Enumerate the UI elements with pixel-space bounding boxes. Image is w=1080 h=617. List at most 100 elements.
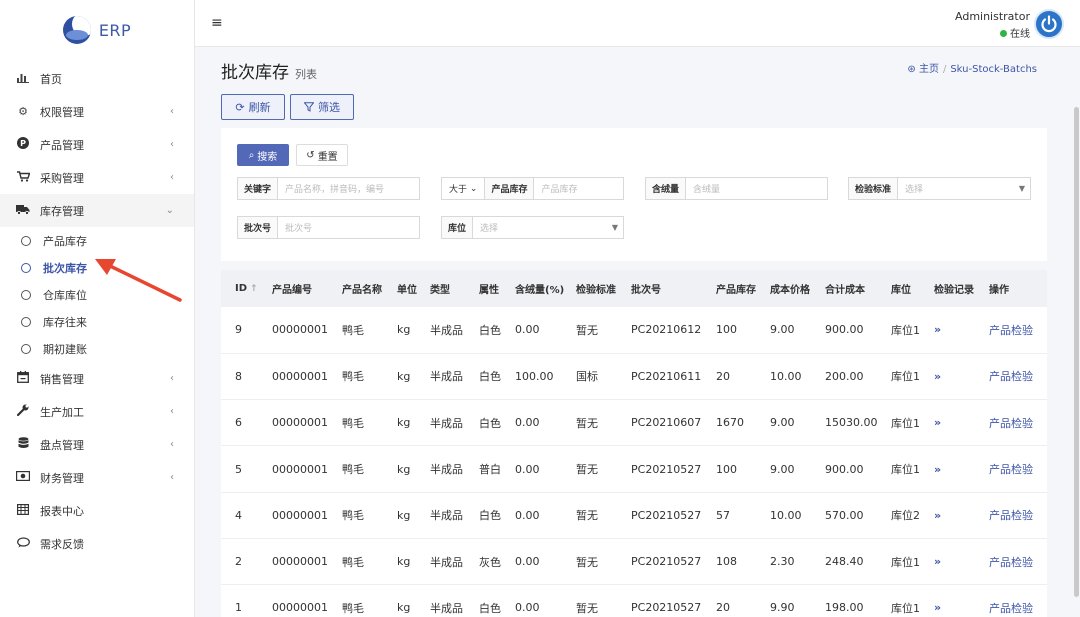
table-cell: 9.00 <box>770 399 825 447</box>
standard-select[interactable]: 选择 ▼ <box>898 178 1030 199</box>
column-header: 产品编号 <box>272 285 312 296</box>
database-icon <box>16 437 30 452</box>
table-body: 9 00000001 鸭毛 kg 半成品 白色 0.00 暂无 PC20210612 100 9.0… <box>221 307 1047 617</box>
sidebar-item-production[interactable]: 生产加工 ‹ <box>0 395 194 428</box>
refresh-icon: ⟳ <box>235 100 245 114</box>
table-cell: 200.00 <box>825 353 891 401</box>
table-cell: 100 <box>716 307 770 354</box>
product-inspection-link[interactable]: 产品检验 <box>989 492 1047 539</box>
circle-icon <box>21 262 31 273</box>
sidebar-subitem-label: 产品库存 <box>43 234 87 248</box>
menu-toggle-icon[interactable]: ≡ <box>211 15 223 31</box>
brand[interactable]: ERP <box>0 0 194 60</box>
table-cell: 半成品 <box>430 445 479 493</box>
column-header: 库位 <box>891 285 911 296</box>
refresh-button[interactable]: ⟳ 刷新 <box>221 94 285 120</box>
chevron-left-icon: ‹ <box>170 106 174 117</box>
inspection-record-link[interactable]: » <box>934 353 989 401</box>
sidebar-item-label: 销售管理 <box>40 372 84 386</box>
search-button[interactable]: ⌕ 搜索 <box>237 144 289 166</box>
product-inspection-link[interactable]: 产品检验 <box>989 538 1047 586</box>
table-cell: 1 <box>221 584 272 617</box>
sidebar-item-products[interactable]: P 产品管理 ‹ <box>0 128 194 161</box>
sidebar-item-reports[interactable]: 报表中心 <box>0 494 194 527</box>
breadcrumb-current[interactable]: Sku-Stock-Batchs <box>950 64 1037 75</box>
sidebar-subitem-label: 期初建账 <box>43 342 87 356</box>
product-inspection-link[interactable]: 产品检验 <box>989 307 1047 354</box>
inspection-record-link[interactable]: » <box>934 538 989 586</box>
table-row: 6 00000001 鸭毛 kg 半成品 白色 0.00 暂无 PC20210607 1670 9.… <box>221 399 1047 447</box>
table-cell: 9.00 <box>770 307 825 354</box>
sidebar-subitem-product-stock[interactable]: 产品库存 <box>0 227 194 254</box>
table-cell: 0.00 <box>515 492 576 539</box>
product-inspection-link[interactable]: 产品检验 <box>989 445 1047 493</box>
batch-input[interactable]: 批次号 <box>278 217 419 238</box>
chevron-left-icon: ‹ <box>170 406 174 417</box>
table-cell: 暂无 <box>576 492 631 539</box>
money-icon <box>16 471 31 484</box>
sidebar-item-permissions[interactable]: ⚙ 权限管理 ‹ <box>0 95 194 128</box>
sidebar-item-sales[interactable]: 销售管理 ‹ <box>0 362 194 395</box>
table-cell: 00000001 <box>272 492 342 539</box>
sidebar-item-purchasing[interactable]: 采购管理 ‹ <box>0 161 194 194</box>
sidebar-item-label: 采购管理 <box>40 171 84 185</box>
table-cell: 库位2 <box>891 492 934 539</box>
standard-select-value: 选择 <box>905 185 924 195</box>
sidebar-item-label: 权限管理 <box>40 105 84 119</box>
search-icon: ⌕ <box>248 149 255 161</box>
top-bar: ≡ Administrator 在线 <box>195 0 1080 47</box>
inspection-record-link[interactable]: » <box>934 399 989 447</box>
filter-button[interactable]: 筛选 <box>290 94 354 120</box>
table-cell: 半成品 <box>430 584 479 617</box>
sidebar-item-finance[interactable]: 财务管理 ‹ <box>0 461 194 494</box>
inspection-record-link[interactable]: » <box>934 492 989 539</box>
stock-input[interactable]: 产品库存 <box>534 178 623 199</box>
table-row: 2 00000001 鸭毛 kg 半成品 灰色 0.00 暂无 PC20210527 108 2.3… <box>221 538 1047 586</box>
product-inspection-link[interactable]: 产品检验 <box>989 584 1047 617</box>
product-inspection-link[interactable]: 产品检验 <box>989 353 1047 401</box>
chevron-left-icon: ‹ <box>170 472 174 483</box>
table-cell: 900.00 <box>825 307 891 354</box>
reset-button[interactable]: ↺ 重置 <box>296 144 348 166</box>
table-cell: 国标 <box>576 353 631 401</box>
sidebar-subitem-opening-balance[interactable]: 期初建账 <box>0 335 194 362</box>
undo-icon: ↺ <box>306 149 315 161</box>
table-cell: 白色 <box>479 584 515 617</box>
user-info[interactable]: Administrator 在线 <box>955 10 1030 40</box>
compare-select[interactable]: 大于 ⌄ <box>442 178 486 199</box>
page-scrollbar[interactable] <box>1073 47 1080 597</box>
column-header: 属性 <box>479 285 499 296</box>
down-content-input[interactable]: 含绒量 <box>686 178 827 199</box>
inspection-record-link[interactable]: » <box>934 445 989 493</box>
table-cell: 暂无 <box>576 584 631 617</box>
table-cell: 库位1 <box>891 538 934 586</box>
chart-icon <box>16 72 30 86</box>
table-cell: PC20210527 <box>631 445 716 493</box>
avatar[interactable] <box>1034 9 1064 39</box>
scrollbar-thumb[interactable] <box>1074 107 1079 597</box>
sort-arrow-icon[interactable]: ↑ <box>250 284 258 294</box>
brand-name: ERP <box>98 20 132 40</box>
sidebar-item-inventory[interactable]: 库存管理 ⌄ <box>0 194 194 227</box>
table-cell: kg <box>397 445 430 493</box>
sidebar-subitem-stock-transactions[interactable]: 库存往来 <box>0 308 194 335</box>
breadcrumb-home[interactable]: ⊛ 主页 <box>907 64 939 75</box>
down-content-field: 含绒量 含绒量 <box>645 177 828 200</box>
column-header: 批次号 <box>631 285 661 296</box>
location-select[interactable]: 选择 ▼ <box>473 217 623 238</box>
table-cell: kg <box>397 399 430 447</box>
sidebar-item-home[interactable]: 首页 <box>0 62 194 95</box>
search-panel: ⌕ 搜索 ↺ 重置 关键字 产品名称，拼音码，编号 大于 ⌄ 产品库存 产品库存 含… <box>221 128 1047 261</box>
column-header: 产品库存 <box>716 285 756 296</box>
column-header-id[interactable]: ID ↑ <box>221 270 272 307</box>
sidebar-item-feedback[interactable]: 需求反馈 <box>0 527 194 560</box>
inspection-record-link[interactable]: » <box>934 307 989 354</box>
table-cell: 库位1 <box>891 353 934 401</box>
keyword-input[interactable]: 产品名称，拼音码，编号 <box>278 178 419 199</box>
product-inspection-link[interactable]: 产品检验 <box>989 399 1047 447</box>
sidebar-item-stocktaking[interactable]: 盘点管理 ‹ <box>0 428 194 461</box>
table-cell: 10.00 <box>770 492 825 539</box>
page-title-text: 批次库存 <box>221 63 289 83</box>
inspection-record-link[interactable]: » <box>934 584 989 617</box>
table-cell: 半成品 <box>430 538 479 586</box>
